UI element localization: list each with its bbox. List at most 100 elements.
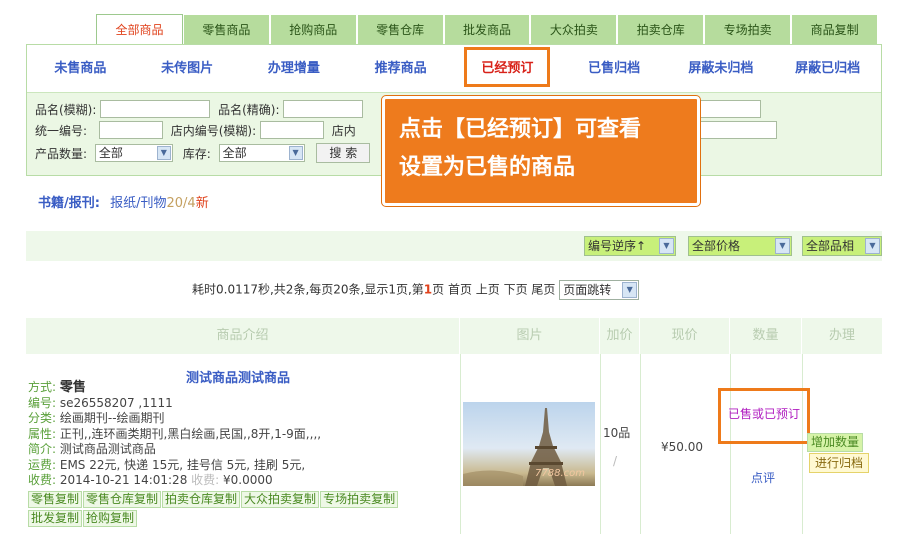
pager-post[interactable]: 页 首页 上页 下页 尾页 [432,283,555,297]
info-value: 零售 [59,380,86,395]
page-jump-value: 页面跳转 [563,283,612,297]
review-link[interactable]: 点评 [751,469,775,486]
shop-serial-input[interactable] [259,121,324,139]
copy-tags-row-1: 零售复制 零售仓库复制 拍卖仓库复制 大众拍卖复制 专场拍卖复制 [28,491,399,508]
search-button[interactable]: 搜 索 [316,143,371,163]
price-select[interactable]: 全部价格 ▼ [688,236,792,256]
sort-select[interactable]: 编号逆序↑ ▼ [584,236,676,256]
copy-tags-row-2: 批发复制 抢购复制 [28,510,138,527]
name-fuzzy-input[interactable] [100,100,211,118]
item-photo[interactable]: 7788.com [463,402,595,486]
search-row-1: 品名(模糊): 品名(精确): [35,100,364,118]
sold-status-badge: 已售或已预订 [718,388,810,444]
subtab-hidden-archived[interactable]: 屏蔽已归档 [774,45,881,92]
info-key: 属性: [28,426,57,441]
markup-slash: / [613,454,618,468]
info-id: 编号: se26558207 ,1111 [28,396,321,412]
tab-special-auction[interactable]: 专场拍卖 [704,14,792,44]
chevron-down-icon: ▼ [288,146,303,160]
archive-button[interactable]: 进行归档 [809,453,870,473]
crumb-sub[interactable]: 报纸/刊物 [110,196,166,211]
grid-line [460,354,461,534]
info-brief: 简介: 测试商品测试商品 [28,442,321,458]
info-value: 正刊,,连环画类期刊,黑白绘画,民国,,8开,1-9面,,,, [59,426,322,441]
copy-flash-sale-button[interactable]: 抢购复制 [83,510,138,527]
info-key: 编号: [28,395,57,410]
grade-value: 全部品相 [806,239,855,253]
serial-input[interactable] [98,121,163,139]
info-key: 方式: [28,380,57,394]
tab-auction-warehouse[interactable]: 拍卖仓库 [617,14,705,44]
grid-line [730,354,731,534]
subtab-recommended[interactable]: 推荐商品 [347,45,454,92]
tip-line-1: 点击【已经预订】可查看 [399,117,642,142]
quantity-select[interactable]: 全部 ▼ [94,144,173,162]
copy-retail-button[interactable]: 零售复制 [28,491,83,508]
copy-auction-warehouse-button[interactable]: 拍卖仓库复制 [162,491,241,508]
info-ship: 运费: EMS 22元, 快递 15元, 挂号信 5元, 挂刷 5元, [28,458,321,474]
info-key: 收费: [191,473,220,487]
current-price: ¥50.00 [661,440,703,454]
info-attr: 属性: 正刊,,连环画类期刊,黑白绘画,民国,,8开,1-9面,,,, [28,427,321,443]
pager: 耗时0.0117秒,共2条,每页20条,显示1页,第1页 首页 上页 下页 尾页… [192,280,640,300]
page-jump-select[interactable]: 页面跳转 ▼ [559,280,640,300]
copy-special-auction-button[interactable]: 专场拍卖复制 [320,491,399,508]
info-value: se26558207 ,1111 [59,395,173,410]
subtab-reserved[interactable]: 已经预订 [454,45,561,92]
tab-wholesale[interactable]: 批发商品 [443,14,531,44]
quantity-label: 产品数量: [35,146,88,161]
stock-value: 全部 [222,146,247,160]
sort-value: 编号逆序↑ [588,239,647,253]
info-key: 运费: [28,457,57,472]
info-value: ¥0.0000 [223,473,273,487]
subtab-no-image[interactable]: 未传图片 [134,45,241,92]
name-exact-input[interactable] [283,100,364,118]
th-image: 图片 [460,318,600,354]
info-value: EMS 22元, 快递 15元, 挂号信 5元, 挂刷 5元, [59,457,306,472]
info-key: 分类: [28,411,57,425]
th-price: 现价 [640,318,730,354]
table-header: 商品介绍 图片 加价 现价 数量 办理 [26,318,882,354]
chevron-down-icon: ▼ [775,238,790,254]
info-key: 简介: [28,442,57,456]
name-fuzzy-label: 品名(模糊): [35,102,97,117]
info-key: 收费: [28,473,57,487]
tab-all-goods[interactable]: 全部商品 [96,14,183,45]
filter-bar: 编号逆序↑ ▼ 全部价格 ▼ 全部品相 ▼ [26,231,882,261]
tab-flash-sale[interactable]: 抢购商品 [269,14,357,44]
chevron-down-icon: ▼ [622,282,638,298]
name-exact-label: 品名(精确): [218,102,280,117]
copy-public-auction-button[interactable]: 大众拍卖复制 [241,491,320,508]
tab-retail-warehouse[interactable]: 零售仓库 [356,14,444,44]
subtab-sold-archived[interactable]: 已售归档 [561,45,668,92]
th-intro: 商品介绍 [26,318,460,354]
chevron-down-icon: ▼ [156,146,171,160]
image-watermark: 7788.com [535,468,585,479]
stock-select[interactable]: 全部 ▼ [218,144,305,162]
subtab-hidden-unarchived[interactable]: 屏蔽未归档 [668,45,775,92]
quantity-value: 全部 [98,146,123,160]
pager-pre: 耗时0.0117秒,共2条,每页20条,显示1页,第 [192,282,424,297]
info-mode: 方式: 零售 [28,380,321,396]
grade-select[interactable]: 全部品相 ▼ [802,236,882,256]
markup-value: 10品 / [603,424,630,468]
subtab-add-stock[interactable]: 办理增量 [241,45,348,92]
crumb-count: 20/4 [166,196,196,211]
grid-line [640,354,641,534]
page: 全部商品 零售商品 抢购商品 零售仓库 批发商品 大众拍卖 拍卖仓库 专场拍卖 … [0,0,900,534]
tip-callout: 点击【已经预订】可查看 设置为已售的商品 [382,96,700,206]
extra-input-1[interactable] [699,100,761,118]
copy-wholesale-button[interactable]: 批发复制 [28,510,83,527]
subtab-unsold[interactable]: 未售商品 [27,45,134,92]
sub-tabs: 未售商品 未传图片 办理增量 推荐商品 已经预订 已售归档 屏蔽未归档 屏蔽已归… [27,45,881,93]
th-action: 办理 [828,328,855,343]
mode-value: 零售 [59,380,86,395]
extra-input-2[interactable] [699,121,777,139]
copy-retail-warehouse-button[interactable]: 零售仓库复制 [83,491,162,508]
tab-public-auction[interactable]: 大众拍卖 [530,14,618,44]
tab-copy-goods[interactable]: 商品复制 [791,14,879,44]
crumb-category[interactable]: 书籍/报刊 [38,196,95,211]
add-quantity-button[interactable]: 增加数量 [807,433,864,452]
tab-retail[interactable]: 零售商品 [182,14,270,44]
grid-line [802,354,803,534]
